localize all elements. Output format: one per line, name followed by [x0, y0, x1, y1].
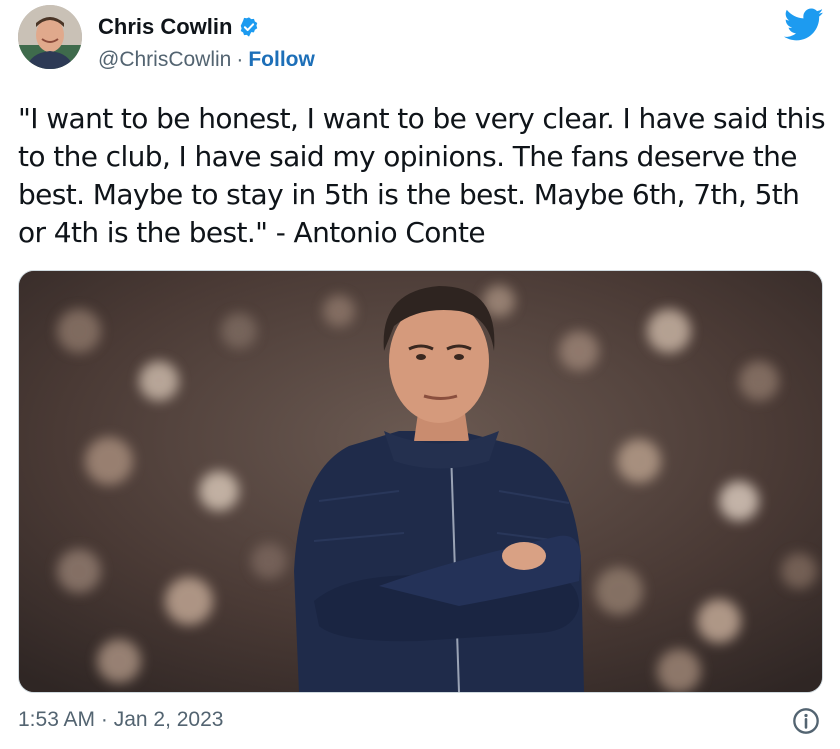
author-handle-line: @ChrisCowlin · Follow — [98, 48, 315, 72]
author-name[interactable]: Chris Cowlin — [98, 14, 232, 40]
handle-separator: · — [236, 48, 244, 71]
tweet-card: Chris Cowlin @ChrisCowlin · Follow "I wa… — [0, 0, 840, 749]
tweet-text: "I want to be honest, I want to be very … — [18, 102, 826, 249]
verified-badge-icon — [238, 16, 260, 38]
author-avatar[interactable] — [18, 5, 82, 69]
twitter-bird-icon[interactable] — [784, 8, 824, 42]
tweet-timestamp[interactable]: 1:53 AM · Jan 2, 2023 — [18, 708, 223, 732]
follow-button[interactable]: Follow — [248, 48, 315, 72]
author-handle[interactable]: @ChrisCowlin — [98, 48, 231, 72]
author-name-line: Chris Cowlin — [98, 14, 260, 40]
info-icon[interactable] — [792, 707, 820, 735]
tweet-photo[interactable] — [18, 270, 823, 693]
